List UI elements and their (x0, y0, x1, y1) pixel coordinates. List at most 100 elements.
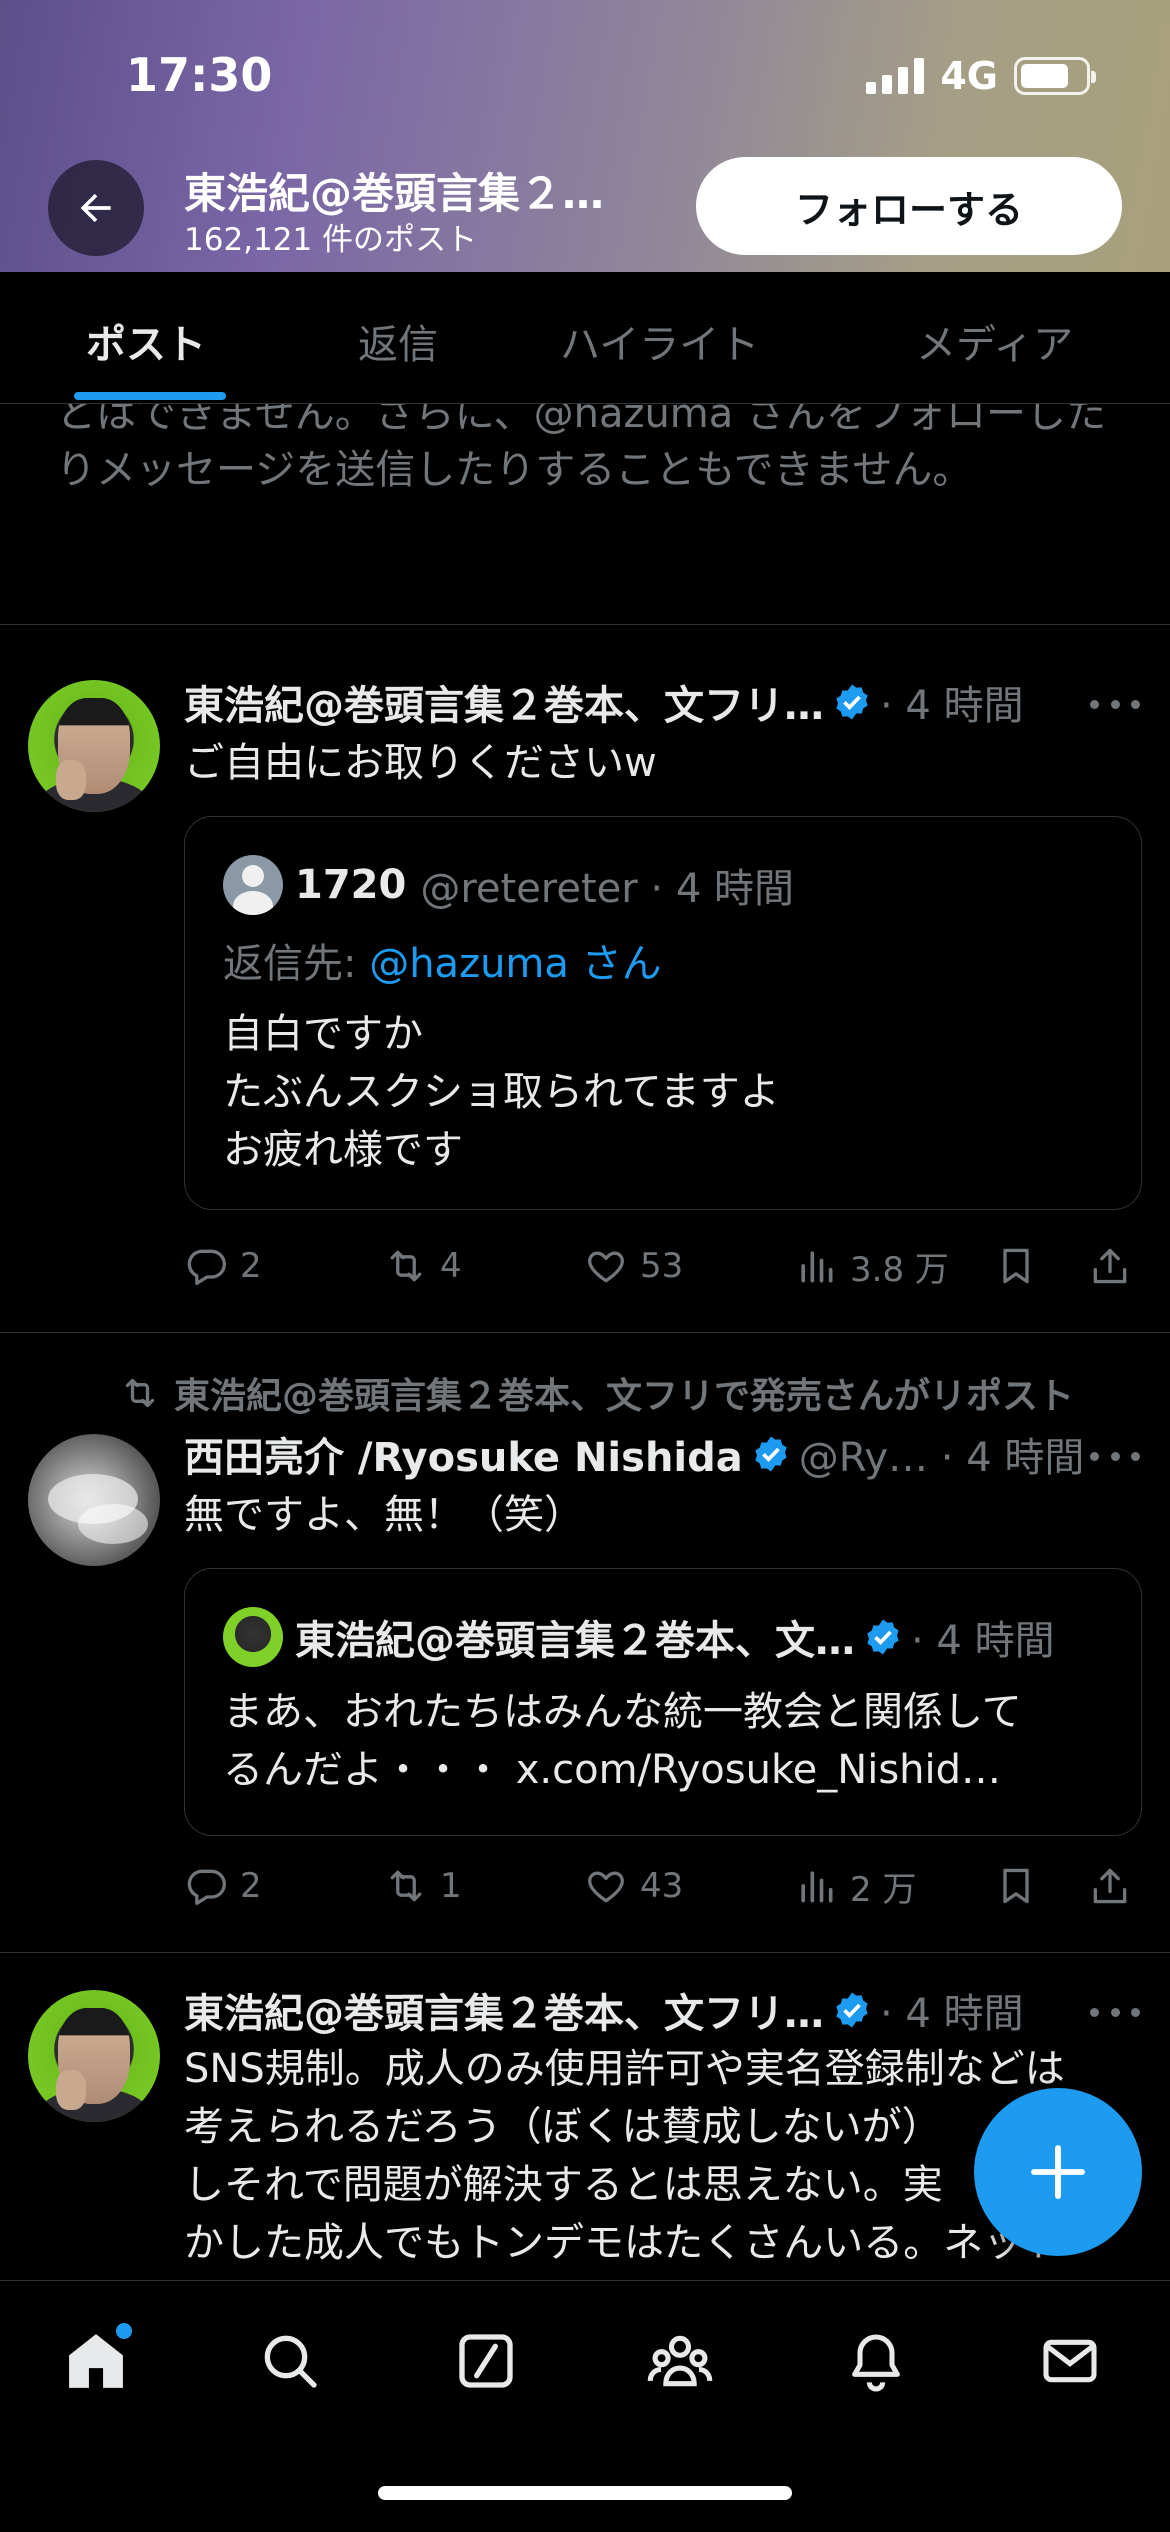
tab-highlights[interactable]: ハイライト (560, 312, 759, 370)
more-icon[interactable] (1090, 694, 1140, 714)
quoted-avatar (223, 1607, 283, 1667)
quoted-post[interactable]: 東浩紀@巻頭言集２巻本、文… · 4 時間 まあ、おれたちはみんな統一教会と関係… (184, 1568, 1142, 1836)
back-button[interactable] (48, 160, 144, 256)
reply-icon (187, 1869, 226, 1906)
status-time: 17:30 (126, 48, 273, 102)
compose-button[interactable] (974, 2088, 1142, 2256)
repost-icon (390, 1870, 422, 1902)
quoted-post-header: 東浩紀@巻頭言集２巻本、文… · 4 時間 (223, 1607, 1055, 1667)
nav-notifications[interactable] (836, 2321, 916, 2401)
verified-icon (836, 684, 868, 720)
views-count: 3.8 万 (850, 1249, 949, 1290)
timeline: とはできません。さらに、@hazuma さんをフォローしたりメッセージを送信した… (0, 404, 1170, 2280)
quoted-text: 自白ですか たぶんスクショ取られてますよ お疲れ様です (223, 1005, 1103, 1179)
post-text-line: かした成人でもトンデモはたくさんいる。ネット (184, 2220, 1064, 2266)
quoted-text-line: たぶんスクショ取られてますよ (223, 1069, 780, 1115)
communities-icon (647, 2335, 713, 2387)
default-avatar-icon (223, 855, 283, 915)
tab-media[interactable]: メディア (916, 312, 1073, 370)
nav-search[interactable] (250, 2321, 330, 2401)
tab-replies[interactable]: 返信 (358, 312, 438, 370)
nav-messages[interactable] (1030, 2321, 1110, 2401)
search-icon (264, 2335, 317, 2388)
reply-button[interactable]: 2 (184, 1236, 262, 1296)
verified-icon (755, 1436, 787, 1472)
nav-grok[interactable] (446, 2321, 526, 2401)
profile-header: 17:30 4G 東浩紀@巻頭言集２巻本、文フリで発売 162,121 件のポス… (0, 0, 1170, 272)
like-count: 43 (640, 1866, 684, 1906)
like-icon (588, 1871, 624, 1903)
author-name[interactable]: 西田亮介 /Ryosuke Nishida (184, 1425, 743, 1483)
post-time: · 4 時間 (880, 683, 1024, 729)
bookmark-icon (1003, 1248, 1029, 1284)
share-icon (1093, 1868, 1127, 1904)
profile-name: 東浩紀@巻頭言集２巻本、文フリで発売 (184, 169, 624, 218)
quoted-text-line: 自白ですか (223, 1011, 423, 1057)
back-arrow-icon (80, 193, 111, 223)
author-name[interactable]: 東浩紀@巻頭言集２巻本、文フリ… (184, 673, 824, 731)
quoted-text-line[interactable]: るんだよ・・・ x.com/Ryosuke_Nishid… (223, 1741, 1103, 1799)
divider (0, 624, 1170, 625)
reply-icon (187, 1249, 226, 1286)
avatar[interactable] (28, 1434, 160, 1566)
reply-count: 2 (240, 1866, 262, 1906)
repost-icon (125, 1378, 155, 1408)
more-icon[interactable] (1090, 1446, 1140, 1466)
bookmark-button[interactable] (994, 1856, 1038, 1916)
bookmark-button[interactable] (994, 1236, 1038, 1296)
post-header: 西田亮介 /Ryosuke Nishida @Ry… · 4 時間 (184, 1426, 1084, 1482)
quoted-author-name: 東浩紀@巻頭言集２巻本、文… (295, 1618, 855, 1664)
share-button[interactable] (1088, 1856, 1132, 1916)
verified-icon (836, 1992, 868, 2028)
repost-label-text[interactable]: 東浩紀@巻頭言集２巻本、文フリで発売さんがリポスト (174, 1367, 1074, 1419)
quoted-time: · 4 時間 (911, 1618, 1055, 1664)
reply-to-label: 返信先: (223, 941, 370, 987)
repost-icon (390, 1250, 422, 1282)
reply-to-link[interactable]: @hazuma さん (369, 941, 661, 987)
post-time: @Ry… · 4 時間 (798, 1435, 1085, 1481)
quoted-text: まあ、おれたちはみんな統一教会と関係して るんだよ・・・ x.com/Ryosu… (223, 1683, 1103, 1799)
post-actions: 2 1 43 2 万 (184, 1856, 1144, 1916)
notifications-icon (852, 2334, 900, 2392)
avatar[interactable] (28, 1990, 160, 2122)
avatar[interactable] (28, 680, 160, 812)
repost-button[interactable]: 4 (384, 1236, 462, 1296)
tab-posts[interactable]: ポスト (86, 312, 206, 370)
post-actions: 2 4 53 3.8 万 (184, 1236, 1144, 1296)
quoted-text-line: お疲れ様です (223, 1127, 463, 1173)
blocked-notice: とはできません。さらに、@hazuma さんをフォローしたりメッセージを送信した… (56, 404, 1107, 493)
quoted-post[interactable]: 1720 @retereter · 4 時間 返信先: @hazuma さん 自… (184, 816, 1142, 1210)
views-button[interactable]: 2 万 (794, 1856, 916, 1916)
views-button[interactable]: 3.8 万 (794, 1236, 949, 1296)
share-button[interactable] (1088, 1236, 1132, 1296)
views-count: 2 万 (850, 1869, 917, 1910)
messages-icon (1043, 2339, 1097, 2383)
more-icon[interactable] (1090, 2002, 1140, 2022)
quoted-post-header: 1720 @retereter · 4 時間 (223, 855, 794, 915)
author-name[interactable]: 東浩紀@巻頭言集２巻本、文フリ… (184, 1981, 824, 2039)
quoted-text-line: まあ、おれたちはみんな統一教会と関係して (223, 1689, 1022, 1735)
post-text-line: SNS規制。成人のみ使用許可や実名登録制などは (184, 2046, 1065, 2092)
quoted-author-name: 1720 (295, 862, 407, 908)
profile-tabs: ポスト 返信 ハイライト メディア (0, 272, 1170, 404)
like-button[interactable]: 43 (584, 1856, 683, 1916)
tab-active-indicator (74, 392, 226, 400)
post-header: 東浩紀@巻頭言集２巻本、文フリ… · 4 時間 (184, 1982, 1024, 2038)
signal-icon (866, 58, 925, 94)
network-type: 4G (940, 54, 998, 98)
home-indicator (378, 2486, 792, 2500)
follow-button[interactable]: フォローする (696, 157, 1122, 255)
views-icon (801, 1871, 833, 1903)
post-text: ご自由にお取りくださいw (184, 740, 657, 786)
reply-button[interactable]: 2 (184, 1856, 262, 1916)
repost-count: 1 (440, 1866, 462, 1906)
post-time: · 4 時間 (880, 1991, 1024, 2037)
nav-communities[interactable] (640, 2321, 720, 2401)
repost-button[interactable]: 1 (384, 1856, 462, 1916)
post-header: 東浩紀@巻頭言集２巻本、文フリ… · 4 時間 (184, 674, 1024, 730)
like-button[interactable]: 53 (584, 1236, 683, 1296)
unread-dot (116, 2323, 132, 2339)
nav-home[interactable] (56, 2321, 136, 2401)
divider (0, 1332, 1170, 1333)
plus-icon (1031, 2145, 1085, 2199)
